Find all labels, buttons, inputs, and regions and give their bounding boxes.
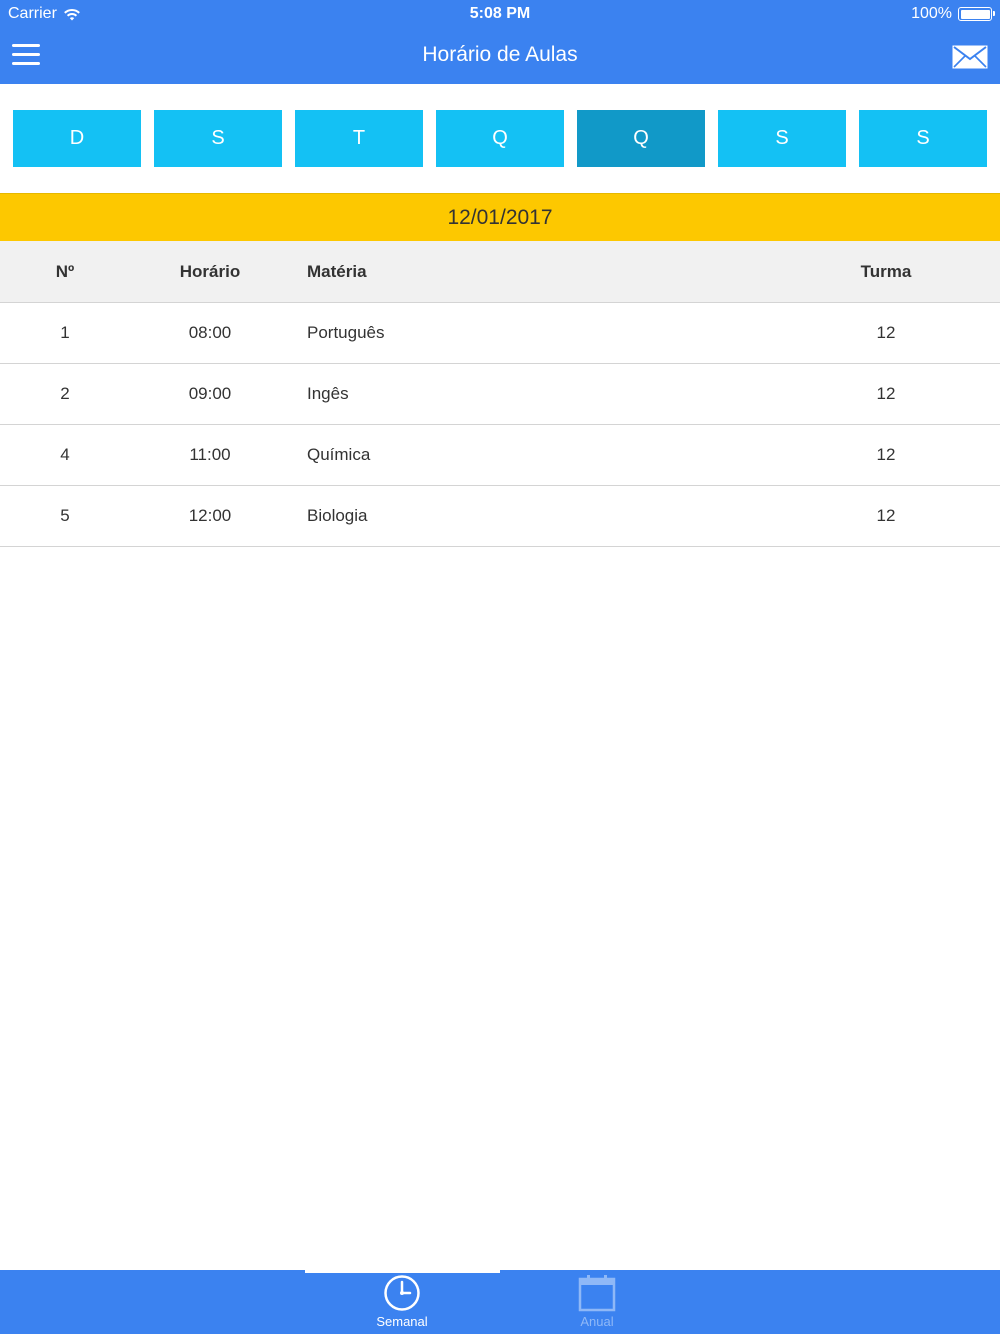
day-button-friday[interactable]: S [718,110,846,167]
battery-icon [958,7,995,21]
cell-number: 4 [60,445,70,464]
schedule-table: Nº Horário Matéria Turma 1 08:00 Portugu… [0,241,1000,547]
envelope-icon[interactable] [952,45,988,69]
tab-anual[interactable]: Anual [537,1274,657,1332]
cell-time: 08:00 [188,323,232,342]
cell-number: 2 [60,384,70,403]
tab-label: Anual [580,1314,614,1329]
status-time: 5:08 PM [469,5,531,22]
cell-subject: Português [307,323,385,342]
cell-class: 12 [876,506,896,525]
cell-class: 12 [876,445,896,464]
date-banner: 12/01/2017 [0,193,1000,241]
cell-number: 5 [60,506,70,525]
battery-percent: 100% [911,5,952,22]
cell-time: 11:00 [189,445,231,464]
day-button-saturday[interactable]: S [859,110,987,167]
active-tab-indicator [305,1270,500,1273]
cell-class: 12 [876,384,896,403]
clock-icon [384,1275,420,1311]
day-button-wednesday[interactable]: Q [436,110,564,167]
cell-subject: Ingês [307,384,349,403]
table-row[interactable]: 5 12:00 Biologia 12 [0,486,1000,547]
day-button-thursday[interactable]: Q [577,110,705,167]
status-bar: Carrier 5:08 PM 100% [0,0,1000,28]
header-number: Nº [55,261,75,281]
cell-class: 12 [876,323,896,342]
day-selector: D S T Q Q S S [13,110,987,167]
cell-time: 12:00 [188,506,232,525]
day-button-sunday[interactable]: D [13,110,141,167]
calendar-icon [578,1275,616,1312]
battery-info: 100% [911,5,995,23]
table-header: Nº Horário Matéria Turma [0,241,1000,303]
header-subject: Matéria [307,261,367,281]
header-time: Horário [179,261,241,281]
tab-semanal[interactable]: Semanal [342,1274,462,1332]
nav-bar: Horário de Aulas [0,28,1000,84]
tab-bar: Semanal Anual [0,1270,1000,1334]
tab-label: Semanal [376,1314,428,1329]
table-row[interactable]: 2 09:00 Ingês 12 [0,364,1000,425]
cell-subject: Química [307,445,371,464]
day-button-monday[interactable]: S [154,110,282,167]
cell-subject: Biologia [307,506,368,525]
day-button-tuesday[interactable]: T [295,110,423,167]
cell-number: 1 [60,323,70,342]
table-row[interactable]: 4 11:00 Química 12 [0,425,1000,486]
table-row[interactable]: 1 08:00 Português 12 [0,303,1000,364]
page-title: Horário de Aulas [422,43,578,66]
cell-time: 09:00 [188,384,232,403]
header-class: Turma [860,261,912,281]
